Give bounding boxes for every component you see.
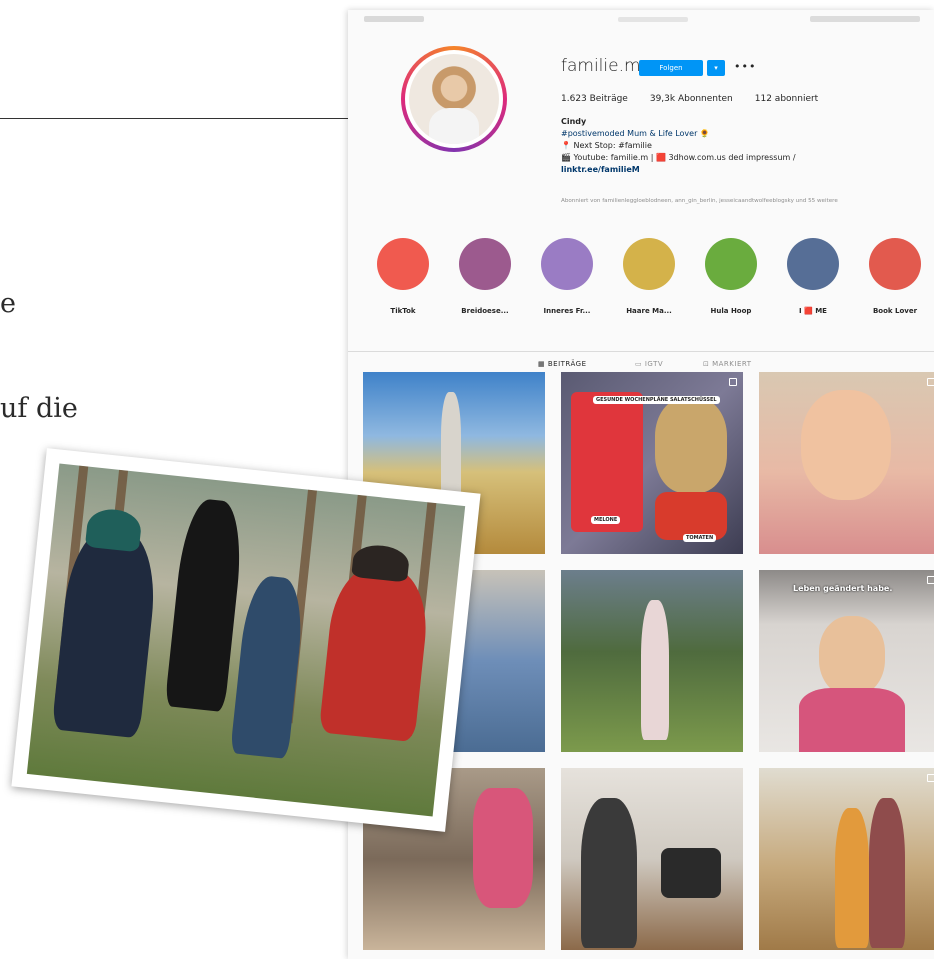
magazine-text-fragment: e	[0, 288, 16, 319]
lunchbox-sandwich	[655, 398, 727, 493]
highlight-label: I 🟥 ME	[799, 307, 827, 315]
bio-line: #postivemoded Mum & Life Lover 🌻	[561, 129, 710, 138]
tab-tagged-label: MARKIERT	[712, 360, 752, 368]
child-hat	[84, 506, 143, 553]
followers-count[interactable]: 39,3k Abonnenten	[650, 94, 733, 104]
highlight-label: Inneres Fr...	[543, 307, 591, 315]
highlight-item[interactable]: Inneres Fr...	[532, 238, 602, 315]
child-hat	[351, 542, 411, 583]
person-shirt	[799, 688, 905, 752]
highlight-circle	[623, 238, 675, 290]
followed-by-text[interactable]: Abonniert von familienleggloeblodneen, a…	[561, 198, 933, 204]
suggestions-dropdown-button[interactable]: ▾	[707, 60, 725, 76]
post-thumbnail[interactable]	[561, 768, 743, 950]
highlight-circle	[787, 238, 839, 290]
highlight-label: Haare Ma...	[626, 307, 672, 315]
avatar-photo	[409, 54, 499, 144]
profile-tabs: ▦ BEITRÄGE ▭ IGTV ⊡ MARKIERT	[348, 351, 934, 368]
magazine-text-fragment: uf die	[0, 393, 78, 424]
highlight-item[interactable]: Book Lover	[860, 238, 930, 315]
person-figure	[641, 600, 669, 740]
search-input[interactable]	[618, 17, 688, 22]
highlight-label: Breidoese...	[461, 307, 509, 315]
post-overlay-text: Leben geändert habe.	[793, 584, 893, 593]
multiple-posts-icon	[927, 576, 934, 584]
lunchbox-tomatoes	[655, 492, 727, 540]
post-sticker: TOMATEN	[683, 534, 717, 542]
adult-figure	[164, 497, 247, 713]
instagram-logo[interactable]	[364, 16, 424, 22]
post-thumbnail[interactable]: GESUNDE WOCHENPLÄNE SALATSCHÜSSEL MELONE…	[561, 372, 743, 554]
highlight-item[interactable]: TikTok	[368, 238, 438, 315]
person-figure	[869, 798, 905, 948]
igtv-icon: ▭	[635, 360, 645, 368]
post-sticker: GESUNDE WOCHENPLÄNE SALATSCHÜSSEL	[593, 396, 720, 404]
post-thumbnail[interactable]	[759, 372, 934, 554]
post-thumbnail[interactable]	[561, 570, 743, 752]
highlight-item[interactable]: Breidoese...	[450, 238, 520, 315]
bio-line: 🎬 Youtube: familie.m | 🟥 3dhow.com.us de…	[561, 153, 796, 162]
bio-link[interactable]: linktr.ee/familieM	[561, 164, 933, 176]
person-face	[819, 616, 885, 696]
family-polaroid-photo	[11, 448, 481, 832]
family-photo	[26, 463, 466, 817]
adult-figure	[230, 573, 307, 760]
person-figure	[473, 788, 533, 908]
highlight-item[interactable]: Hula Hoop	[696, 238, 766, 315]
multiple-posts-icon	[927, 378, 934, 386]
top-navigation-bar	[348, 10, 934, 32]
highlight-label: TikTok	[390, 307, 416, 315]
multiple-posts-icon	[729, 378, 737, 386]
tab-tagged[interactable]: ⊡ MARKIERT	[703, 360, 752, 368]
child-figure	[51, 525, 161, 739]
following-count[interactable]: 112 abonniert	[755, 94, 818, 104]
avatar[interactable]	[405, 50, 503, 148]
highlight-circle	[705, 238, 757, 290]
more-options-icon[interactable]: •••	[734, 60, 756, 73]
profile-username: familie.m	[561, 56, 641, 76]
person-figure	[581, 798, 637, 948]
bio-name: Cindy	[561, 117, 587, 126]
profile-bio: Cindy #postivemoded Mum & Life Lover 🌻 📍…	[561, 116, 933, 176]
post-thumbnail[interactable]: Leben geändert habe.	[759, 570, 934, 752]
person-face	[801, 390, 891, 500]
magazine-divider	[0, 118, 350, 119]
kitchen-appliance	[661, 848, 721, 898]
multiple-posts-icon	[927, 774, 934, 782]
person-figure	[835, 808, 869, 948]
lunchbox-fruit	[571, 392, 643, 532]
post-sticker: MELONE	[591, 516, 621, 524]
tab-posts-label: BEITRÄGE	[547, 360, 587, 368]
tab-posts[interactable]: ▦ BEITRÄGE	[538, 360, 587, 368]
tab-igtv[interactable]: ▭ IGTV	[635, 360, 663, 368]
posts-count: 1.623 Beiträge	[561, 94, 628, 104]
highlight-circle	[459, 238, 511, 290]
highlight-label: Hula Hoop	[710, 307, 752, 315]
profile-stats: 1.623 Beiträge 39,3k Abonnenten 112 abon…	[561, 94, 818, 104]
child-figure	[318, 563, 433, 743]
follow-button[interactable]: Folgen	[639, 60, 703, 76]
nav-icons[interactable]	[810, 16, 920, 22]
tab-igtv-label: IGTV	[644, 360, 664, 368]
highlight-item[interactable]: I 🟥 ME	[778, 238, 848, 315]
highlight-circle	[869, 238, 921, 290]
highlight-item[interactable]: Haare Ma...	[614, 238, 684, 315]
highlight-circle	[541, 238, 593, 290]
story-ring[interactable]	[401, 46, 507, 152]
grid-icon: ▦	[538, 360, 548, 368]
highlight-label: Book Lover	[872, 307, 918, 315]
bio-line: 📍 Next Stop: #familie	[561, 141, 652, 150]
highlight-circle	[377, 238, 429, 290]
post-thumbnail[interactable]	[759, 768, 934, 950]
person-figure	[441, 392, 461, 502]
tag-icon: ⊡	[703, 360, 713, 368]
